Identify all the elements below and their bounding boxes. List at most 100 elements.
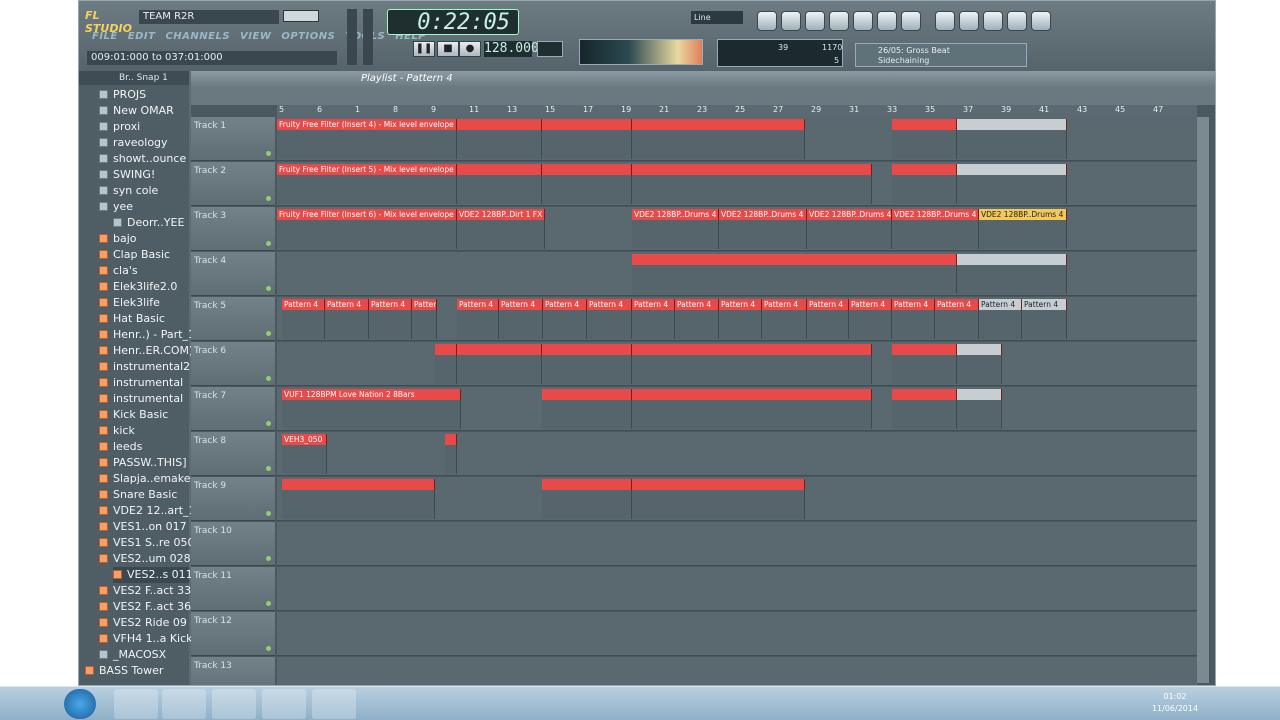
playlist-clip[interactable]: VUF1 128BPM Love Nation 2 8Bars (282, 389, 461, 429)
playlist-clip[interactable] (632, 254, 957, 294)
track-lane[interactable]: Fruity Free Filter (Insert 5) - Mix leve… (277, 162, 1197, 206)
track-lane[interactable]: Fruity Free Filter (Insert 6) - Mix leve… (277, 207, 1197, 251)
browser-item[interactable]: proxi (99, 119, 189, 135)
playlist-clip[interactable]: Fruity Free Filter (Insert 5) - Mix leve… (277, 164, 457, 204)
window-controls[interactable] (283, 10, 319, 22)
track-header[interactable]: Track 6 (191, 342, 275, 386)
playlist-clip[interactable] (632, 119, 805, 159)
track-lane[interactable] (277, 252, 1197, 296)
track-mute-led[interactable] (266, 421, 271, 426)
track-mute-led[interactable] (266, 331, 271, 336)
browser-item[interactable]: raveology (99, 135, 189, 151)
window-toggle-button[interactable] (1007, 11, 1027, 31)
playlist-clip[interactable]: Pattern 4 (587, 299, 632, 339)
archive-taskbar-icon[interactable] (312, 689, 356, 719)
playlist-clip[interactable]: Pattern 4 (979, 299, 1022, 339)
playlist-clip[interactable]: VDE2 128BP..Drums 4 (892, 209, 979, 249)
app-taskbar-icon[interactable] (212, 689, 256, 719)
playlist-clip[interactable] (632, 479, 805, 519)
browser-item[interactable]: leeds (99, 439, 189, 455)
track-mute-led[interactable] (266, 556, 271, 561)
playlist-clip[interactable] (542, 389, 632, 429)
browser-item[interactable]: Slapja..emake (99, 471, 191, 487)
track-mute-led[interactable] (266, 241, 271, 246)
playlist-clip[interactable] (957, 119, 1067, 159)
stop-button[interactable]: ■ (437, 41, 459, 57)
track-header[interactable]: Track 12 (191, 612, 275, 656)
playlist-clip[interactable]: Pattern 4 (935, 299, 979, 339)
track-header[interactable]: Track 10 (191, 522, 275, 566)
playlist-clip[interactable] (957, 389, 1002, 429)
news-panel[interactable]: 26/05: Gross Beat Sidechaining (855, 43, 1027, 67)
browser-item[interactable]: instrumental (99, 391, 189, 407)
window-toggle-button[interactable] (1031, 11, 1051, 31)
pattern-selector[interactable] (537, 41, 563, 57)
playlist-clip[interactable] (957, 344, 1002, 384)
track-mute-led[interactable] (266, 286, 271, 291)
track-lane[interactable] (277, 342, 1197, 386)
playlist-clip[interactable] (632, 164, 872, 204)
browser-item[interactable]: Elek3life2.0 (99, 279, 189, 295)
playlist-clip[interactable] (435, 344, 457, 384)
track-lane[interactable]: VEH3_050 (277, 432, 1197, 476)
browser-item[interactable]: Deorr..YEE (113, 215, 189, 231)
explorer-taskbar-icon[interactable] (262, 689, 306, 719)
playlist-clip[interactable]: Pattern 4 (457, 299, 499, 339)
browser-item[interactable]: instrumental (99, 375, 189, 391)
menu-item-channels[interactable]: CHANNELS (160, 29, 235, 45)
menu-item-file[interactable]: FILE (87, 29, 123, 45)
playlist-clip[interactable] (892, 344, 957, 384)
browser-item[interactable]: VES2 F..act 33 (99, 583, 191, 599)
playlist-clip[interactable]: Pattern 4 (849, 299, 892, 339)
browser-item[interactable]: syn cole (99, 183, 189, 199)
browser-item[interactable]: instrumental2 (99, 359, 190, 375)
browser-item[interactable]: Clap Basic (99, 247, 189, 263)
track-header[interactable]: Track 3 (191, 207, 275, 251)
tempo-display[interactable]: 128.000 (484, 41, 539, 57)
browser-item[interactable]: Hat Basic (99, 311, 189, 327)
browser-item[interactable]: VFH4 1..a Kick (99, 631, 193, 647)
playlist-clip[interactable] (892, 164, 957, 204)
record-button[interactable]: ● (459, 41, 481, 57)
playlist-clip[interactable] (542, 164, 632, 204)
toolbar-button[interactable] (877, 11, 897, 31)
track-mute-led[interactable] (266, 376, 271, 381)
track-mute-led[interactable] (266, 646, 271, 651)
playlist-clip[interactable] (632, 344, 872, 384)
toolbar-button[interactable] (829, 11, 849, 31)
toolbar-button[interactable] (805, 11, 825, 31)
playlist-clip[interactable]: Pattern 4 (325, 299, 369, 339)
track-mute-led[interactable] (266, 601, 271, 606)
browser-item[interactable]: Henr..) - Part_1 (99, 327, 195, 343)
track-lane[interactable]: VUF1 128BPM Love Nation 2 8Bars (277, 387, 1197, 431)
playlist-clip[interactable] (457, 344, 542, 384)
playlist-clip[interactable]: Pattern 4 (499, 299, 543, 339)
playlist-clip[interactable]: VEH3_050 (282, 434, 327, 474)
master-volume-slider[interactable] (347, 9, 357, 65)
track-lane[interactable]: Pattern 4Pattern 4Pattern 4Pattern 4Patt… (277, 297, 1197, 341)
track-lane[interactable] (277, 522, 1197, 566)
playlist-clip[interactable]: Pattern 4 (719, 299, 762, 339)
playlist-clip[interactable]: Pattern 4 (369, 299, 412, 339)
toolbar-button[interactable] (781, 11, 801, 31)
playlist-clip[interactable]: Fruity Free Filter (Insert 6) - Mix leve… (277, 209, 457, 249)
browser-item[interactable]: SWING! (99, 167, 189, 183)
window-toggle-button[interactable] (983, 11, 1003, 31)
browser-item[interactable]: Elek3life (99, 295, 189, 311)
playlist-clip[interactable] (542, 119, 632, 159)
browser-item[interactable]: VES2 F..act 36 (99, 599, 191, 615)
track-mute-led[interactable] (266, 466, 271, 471)
browser-item[interactable]: VES2..s 011 (113, 567, 193, 583)
playlist-clip[interactable]: VDE2 128BP..Drums 4 (807, 209, 892, 249)
window-toggle-button[interactable] (935, 11, 955, 31)
track-lane[interactable] (277, 567, 1197, 611)
browser-item[interactable]: BASS Tower (85, 663, 189, 679)
toolbar-button[interactable] (853, 11, 873, 31)
playlist-clip[interactable] (892, 389, 957, 429)
track-lane[interactable] (277, 657, 1197, 685)
browser-item[interactable]: showt..ounce (99, 151, 189, 167)
toolbar-button[interactable] (757, 11, 777, 31)
browser-item[interactable]: _MACOSX (99, 647, 189, 663)
menu-item-edit[interactable]: EDIT (123, 29, 161, 45)
track-lane[interactable]: Fruity Free Filter (Insert 4) - Mix leve… (277, 117, 1197, 161)
